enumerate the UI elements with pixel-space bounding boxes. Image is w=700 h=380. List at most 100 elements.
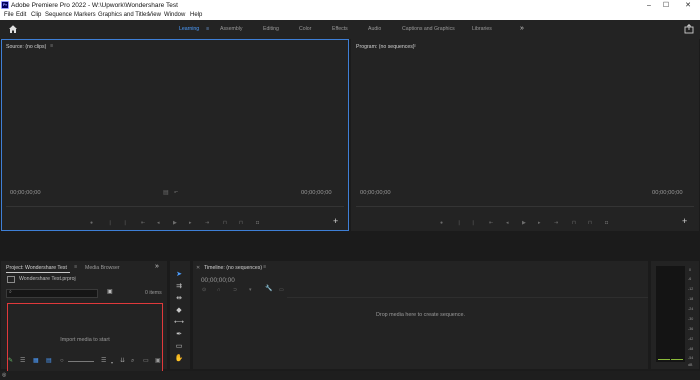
- go-to-in-icon[interactable]: ⇤: [489, 220, 493, 226]
- program-panel-menu-icon[interactable]: ≡: [413, 43, 416, 49]
- pen-tool-icon[interactable]: ✒: [174, 330, 184, 339]
- project-tab[interactable]: Project: Wondershare Test: [6, 265, 67, 271]
- list-view-icon[interactable]: ☰: [20, 357, 25, 365]
- sort-dropdown-icon[interactable]: ▾: [111, 359, 113, 367]
- overwrite-icon[interactable]: ⊓: [239, 220, 243, 226]
- source-button-editor-icon[interactable]: +: [333, 217, 338, 226]
- track-select-tool-icon[interactable]: ⇉: [174, 282, 184, 291]
- menu-file[interactable]: File: [4, 11, 14, 20]
- go-to-in-icon[interactable]: ⇤: [141, 220, 145, 226]
- linked-selection-icon[interactable]: ⊃: [233, 287, 237, 293]
- source-monitor-panel: Source: (no clips) ≡ 00;00;00;00 ▤ ⟜ 00;…: [1, 39, 349, 231]
- step-back-icon[interactable]: ◂: [506, 220, 509, 226]
- status-bar: ◎: [0, 371, 700, 380]
- home-icon[interactable]: [8, 24, 18, 34]
- export-frame-icon[interactable]: ◘: [256, 220, 259, 226]
- add-marker-icon[interactable]: ▾: [249, 287, 252, 293]
- find-icon[interactable]: ⌕: [131, 357, 134, 365]
- captions-icon[interactable]: ▭: [279, 287, 284, 293]
- play-icon[interactable]: ▶: [173, 220, 177, 226]
- insert-icon[interactable]: ⊓: [223, 220, 227, 226]
- mark-out-icon[interactable]: ❘: [123, 220, 127, 226]
- step-forward-icon[interactable]: ▸: [538, 220, 541, 226]
- workspace-tab-effects[interactable]: Effects: [332, 26, 348, 33]
- close-button[interactable]: ✕: [680, 0, 696, 11]
- search-input[interactable]: [6, 289, 98, 298]
- workspace-tab-editing[interactable]: Editing: [263, 26, 279, 33]
- menu-sequence[interactable]: Sequence: [45, 11, 72, 20]
- zoom-out-icon[interactable]: ○: [60, 357, 64, 365]
- settings-icon[interactable]: ⟜: [174, 189, 178, 195]
- search-icon: ⌕: [9, 289, 12, 295]
- menu-view[interactable]: View: [148, 11, 161, 20]
- menu-help[interactable]: Help: [190, 11, 202, 20]
- workspace-tab-assembly[interactable]: Assembly: [220, 26, 243, 33]
- new-item-icon[interactable]: ▣: [155, 357, 161, 365]
- source-panel-menu-icon[interactable]: ≡: [50, 43, 53, 49]
- workspace-tab-libraries[interactable]: Libraries: [472, 26, 492, 33]
- timeline-settings-icon[interactable]: 🔧: [265, 286, 272, 292]
- slip-tool-icon[interactable]: ⟷: [174, 318, 184, 327]
- mark-out-icon[interactable]: ❘: [471, 220, 475, 226]
- go-to-out-icon[interactable]: ⇥: [205, 220, 209, 226]
- workspace-tab-learning[interactable]: Learning: [179, 26, 199, 33]
- timeline-ruler[interactable]: [287, 297, 648, 298]
- ripple-edit-tool-icon[interactable]: ⇹: [174, 294, 184, 303]
- freeform-view-icon[interactable]: ▤: [46, 357, 52, 365]
- workspace-tab-captions-and-graphics[interactable]: Captions and Graphics: [402, 26, 455, 33]
- share-icon[interactable]: [684, 24, 694, 34]
- new-bin-from-search-icon[interactable]: ▣: [107, 288, 113, 295]
- program-timecode-left[interactable]: 00;00;00;00: [360, 190, 391, 196]
- program-button-editor-icon[interactable]: +: [682, 217, 687, 226]
- source-timecode-left[interactable]: 00;00;00;00: [10, 190, 41, 196]
- minimize-button[interactable]: –: [641, 0, 657, 11]
- razor-tool-icon[interactable]: ◆: [174, 306, 184, 315]
- more-workspaces-button[interactable]: »: [520, 25, 524, 32]
- workspace-tab-audio[interactable]: Audio: [368, 26, 381, 33]
- export-frame-icon[interactable]: ◘: [605, 220, 608, 226]
- mark-in-icon[interactable]: ❘: [457, 220, 461, 226]
- timeline-close-icon[interactable]: ✕: [196, 265, 200, 271]
- extract-icon[interactable]: ⊓: [588, 220, 592, 226]
- automate-to-sequence-icon[interactable]: ⇊: [120, 357, 125, 365]
- timeline-panel-menu-icon[interactable]: ≡: [263, 264, 266, 270]
- add-marker-icon[interactable]: ●: [90, 220, 93, 226]
- snap-icon[interactable]: ∩: [217, 287, 221, 293]
- mark-in-icon[interactable]: ❘: [108, 220, 112, 226]
- menu-clip[interactable]: Clip: [31, 11, 41, 20]
- workspace-menu-icon[interactable]: ≡: [206, 26, 209, 33]
- source-time-ruler[interactable]: [6, 206, 344, 207]
- more-panels-button[interactable]: »: [155, 263, 159, 270]
- menu-markers[interactable]: Markers: [74, 11, 96, 20]
- lift-icon[interactable]: ⊓: [572, 220, 576, 226]
- menu-edit[interactable]: Edit: [16, 11, 26, 20]
- rectangle-tool-icon[interactable]: ▭: [174, 342, 184, 351]
- import-media-drop-area[interactable]: Import media to start: [7, 303, 163, 377]
- maximize-button[interactable]: ☐: [658, 0, 674, 11]
- media-browser-tab[interactable]: Media Browser: [85, 265, 120, 271]
- menu-graphics-and-titles[interactable]: Graphics and Titles: [98, 11, 149, 20]
- timeline-timecode[interactable]: 00;00;00;00: [201, 277, 235, 284]
- project-panel: Project: Wondershare Test ≡ Media Browse…: [1, 261, 167, 377]
- fit-dropdown-icon[interactable]: ▤: [163, 190, 169, 196]
- menu-window[interactable]: Window: [164, 11, 185, 20]
- project-tab-underline: [6, 272, 70, 273]
- write-on-icon[interactable]: ✎: [8, 357, 13, 365]
- play-icon[interactable]: ▶: [522, 220, 526, 226]
- nest-icon[interactable]: ⊙: [202, 287, 206, 293]
- selection-tool-icon[interactable]: ➤: [174, 270, 184, 279]
- step-back-icon[interactable]: ◂: [157, 220, 160, 226]
- step-forward-icon[interactable]: ▸: [189, 220, 192, 226]
- hand-tool-icon[interactable]: ✋: [174, 354, 184, 363]
- icon-view-icon[interactable]: ▦: [33, 357, 39, 365]
- program-time-ruler[interactable]: [356, 206, 694, 207]
- add-marker-icon[interactable]: ●: [440, 220, 443, 226]
- project-panel-menu-icon[interactable]: ≡: [74, 264, 77, 270]
- timeline-panel: ✕ Timeline: (no sequences) ≡ 00;00;00;00…: [193, 261, 648, 369]
- status-indicator-icon[interactable]: ◎: [2, 372, 6, 378]
- new-bin-icon[interactable]: ▭: [143, 357, 149, 365]
- workspace-tab-color[interactable]: Color: [299, 26, 311, 33]
- sort-icons-icon[interactable]: ☰: [101, 357, 106, 365]
- zoom-slider[interactable]: [68, 361, 94, 362]
- go-to-out-icon[interactable]: ⇥: [554, 220, 558, 226]
